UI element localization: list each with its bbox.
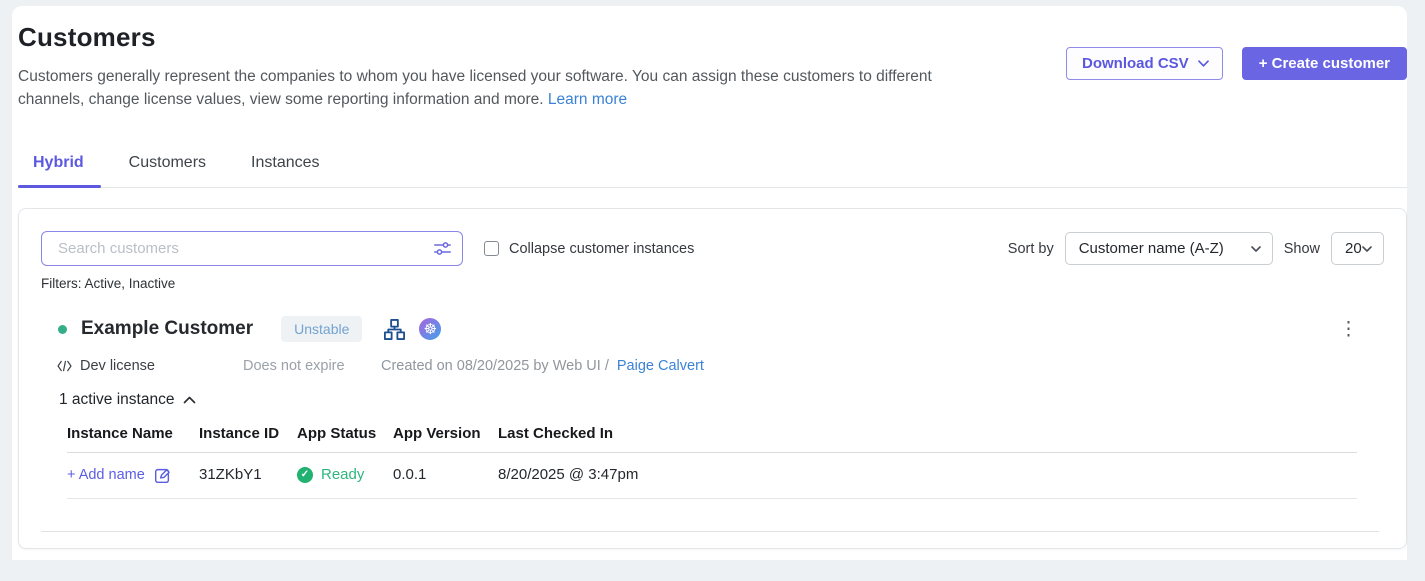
create-customer-button[interactable]: + Create customer	[1242, 47, 1407, 80]
customers-page-panel: Customers Customers generally represent …	[12, 6, 1407, 560]
col-header-last-checked-in: Last Checked In	[498, 425, 1357, 442]
chevron-down-icon	[1362, 246, 1372, 252]
created-text: Created on 08/20/2025 by Web UI /	[381, 358, 609, 374]
chevron-up-icon	[183, 396, 196, 404]
add-name-button[interactable]: + Add name	[67, 467, 171, 484]
license-type: Dev license	[57, 358, 243, 374]
license-row: Dev license Does not expire Created on 0…	[57, 358, 1390, 374]
search-input[interactable]	[41, 231, 463, 266]
filters-summary: Filters: Active, Inactive	[41, 276, 1390, 291]
page-description-text: Customers generally represent the compan…	[18, 68, 932, 108]
channel-badge: Unstable	[281, 316, 362, 342]
collapse-instances-group: Collapse customer instances	[484, 241, 694, 257]
edit-icon	[154, 467, 171, 484]
sort-by-select[interactable]: Customer name (A-Z)	[1065, 232, 1273, 265]
col-header-instance-name: Instance Name	[67, 425, 199, 442]
chevron-down-icon	[1198, 60, 1209, 67]
tab-instances[interactable]: Instances	[251, 154, 319, 187]
page-description: Customers generally represent the compan…	[18, 66, 983, 111]
license-type-label: Dev license	[80, 358, 155, 374]
license-expiration: Does not expire	[243, 358, 381, 374]
learn-more-link[interactable]: Learn more	[548, 91, 627, 108]
tab-customers[interactable]: Customers	[129, 154, 206, 187]
customer-header-row: Example Customer Unstable ☸ ⋮	[58, 316, 1390, 342]
instances-toggle-row: 1 active instance	[41, 374, 1390, 409]
channel-hierarchy-icon	[383, 318, 406, 341]
created-by-link[interactable]: Paige Calvert	[617, 358, 704, 374]
header-actions: Download CSV + Create customer	[1066, 47, 1407, 80]
card-footer-divider	[41, 531, 1379, 532]
instances-summary: 1 active instance	[59, 391, 174, 409]
add-name-label: + Add name	[67, 467, 145, 483]
kubernetes-icon: ☸	[419, 318, 441, 340]
show-select[interactable]: 20	[1331, 232, 1384, 265]
active-status-dot	[58, 325, 67, 334]
status-ready: ✓ Ready	[297, 466, 393, 483]
chevron-down-icon	[1251, 246, 1261, 252]
filter-sliders-icon[interactable]	[434, 241, 451, 261]
show-label: Show	[1284, 241, 1320, 257]
app-status-label: Ready	[321, 466, 364, 483]
code-icon	[57, 360, 72, 372]
search-wrap	[41, 231, 463, 266]
sort-by-value: Customer name (A-Z)	[1079, 240, 1224, 257]
instance-name-cell: + Add name	[67, 466, 199, 484]
show-value: 20	[1345, 240, 1362, 257]
check-circle-icon: ✓	[297, 467, 313, 483]
kebab-menu-icon[interactable]: ⋮	[1339, 320, 1358, 339]
instance-table-row: + Add name 31ZKbY1 ✓ Ready	[67, 453, 1357, 499]
created-info: Created on 08/20/2025 by Web UI / Paige …	[381, 358, 704, 374]
instance-table: Instance Name Instance ID App Status App…	[67, 425, 1357, 499]
collapse-instances-checkbox[interactable]	[484, 241, 499, 256]
download-csv-label: Download CSV	[1082, 55, 1189, 72]
customers-card: Collapse customer instances Sort by Cust…	[18, 208, 1407, 549]
collapse-instances-label: Collapse customer instances	[509, 241, 694, 257]
instances-toggle[interactable]: 1 active instance	[59, 391, 196, 409]
instance-id-cell: 31ZKbY1	[199, 466, 297, 483]
app-version-cell: 0.0.1	[393, 466, 498, 483]
customer-name-link[interactable]: Example Customer	[81, 318, 253, 340]
app-status-cell: ✓ Ready	[297, 466, 393, 483]
col-header-app-version: App Version	[393, 425, 498, 442]
toolbar: Collapse customer instances Sort by Cust…	[41, 231, 1390, 266]
tab-hybrid[interactable]: Hybrid	[33, 154, 84, 187]
page-header: Customers Customers generally represent …	[18, 6, 1407, 111]
last-checked-in-cell: 8/20/2025 @ 3:47pm	[498, 466, 1357, 483]
create-customer-label: + Create customer	[1259, 55, 1390, 72]
sort-by-label: Sort by	[1008, 241, 1054, 257]
download-csv-button[interactable]: Download CSV	[1066, 47, 1223, 80]
tab-bar: Hybrid Customers Instances	[18, 154, 1407, 188]
col-header-instance-id: Instance ID	[199, 425, 297, 442]
toolbar-right: Sort by Customer name (A-Z) Show 20	[1008, 232, 1390, 265]
col-header-app-status: App Status	[297, 425, 393, 442]
instance-table-header: Instance Name Instance ID App Status App…	[67, 425, 1357, 453]
